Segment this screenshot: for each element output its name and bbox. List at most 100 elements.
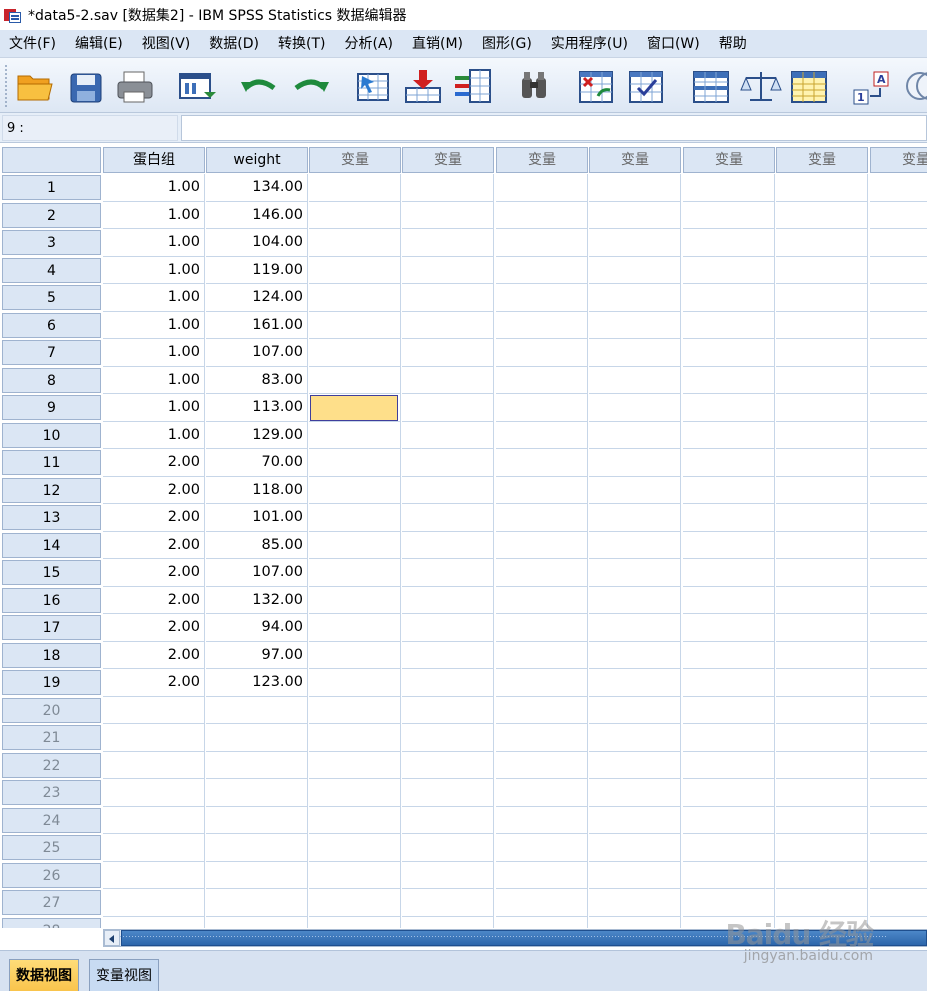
save-icon[interactable] (66, 66, 108, 106)
grid-cell[interactable] (683, 366, 775, 394)
grid-cell[interactable] (870, 312, 927, 339)
grid-cell[interactable] (309, 889, 401, 917)
grid-cell[interactable] (206, 861, 308, 889)
grid-cell[interactable]: 2.00 (103, 641, 205, 669)
grid-cell[interactable] (103, 696, 205, 724)
grid-cell[interactable]: 161.00 (206, 311, 308, 339)
grid-cell[interactable] (206, 696, 308, 724)
grid-cell[interactable] (870, 779, 927, 807)
grid-cell[interactable] (496, 284, 588, 312)
grid-cell[interactable] (496, 751, 588, 779)
grid-cell[interactable] (402, 531, 494, 559)
row-header[interactable]: 16 (2, 587, 101, 613)
row-header[interactable]: 14 (2, 532, 101, 558)
grid-cell[interactable] (496, 559, 588, 587)
grid-cell[interactable] (206, 751, 308, 779)
grid-cell[interactable]: 146.00 (206, 201, 308, 229)
column-header[interactable]: 变量 (776, 147, 868, 173)
grid-cell[interactable] (683, 229, 775, 257)
grid-cell[interactable] (776, 696, 868, 724)
grid-cell[interactable] (870, 807, 927, 834)
grid-cell[interactable] (683, 504, 775, 532)
row-header[interactable]: 9 (2, 395, 101, 420)
grid-cell[interactable] (589, 751, 681, 779)
grid-cell[interactable] (402, 779, 494, 807)
grid-cell[interactable] (589, 284, 681, 312)
grid-cell[interactable] (589, 724, 681, 752)
grid-cell[interactable] (776, 256, 868, 284)
row-header[interactable]: 10 (2, 422, 101, 448)
row-header[interactable]: 1 (2, 175, 101, 200)
grid-cell[interactable] (870, 587, 927, 614)
grid-cell[interactable] (309, 724, 401, 752)
grid-cell[interactable]: 2.00 (103, 449, 205, 477)
grid-cell[interactable] (683, 311, 775, 339)
row-header[interactable]: 22 (2, 752, 101, 778)
grid-cell[interactable] (496, 861, 588, 889)
grid-cell[interactable] (496, 916, 588, 928)
grid-cell[interactable] (402, 696, 494, 724)
row-header[interactable]: 5 (2, 285, 101, 310)
grid-cell[interactable]: 1.00 (103, 366, 205, 394)
insert-cases-icon[interactable] (576, 66, 618, 106)
split-file-icon[interactable] (690, 66, 732, 106)
select-cases-icon[interactable] (788, 66, 830, 106)
grid-cell[interactable] (309, 834, 401, 862)
grid-cell[interactable] (776, 421, 868, 449)
grid-cell[interactable] (309, 751, 401, 779)
grid-cell[interactable] (309, 284, 401, 312)
grid-cell[interactable] (776, 366, 868, 394)
grid-cell[interactable] (870, 532, 927, 559)
row-header[interactable]: 21 (2, 725, 101, 750)
menu-direct-marketing[interactable]: 直销(M) (403, 30, 473, 58)
grid-cell[interactable]: 2.00 (103, 559, 205, 587)
weight-cases-icon[interactable] (740, 66, 782, 106)
grid-cell[interactable] (309, 641, 401, 669)
grid-cell[interactable] (589, 449, 681, 477)
grid-cell[interactable] (309, 201, 401, 229)
grid-cell[interactable] (589, 889, 681, 917)
grid-cell[interactable] (589, 504, 681, 532)
grid-cell[interactable] (683, 779, 775, 807)
grid-cell[interactable] (776, 641, 868, 669)
grid-cell[interactable] (103, 861, 205, 889)
grid-cell[interactable] (870, 862, 927, 889)
grid-cell[interactable] (589, 174, 681, 202)
insert-variable-icon[interactable] (626, 66, 668, 106)
row-header[interactable]: 2 (2, 202, 101, 228)
grid-cell[interactable] (589, 641, 681, 669)
grid-cell[interactable] (589, 339, 681, 367)
menu-help[interactable]: 帮助 (710, 30, 757, 58)
grid-cell[interactable] (402, 311, 494, 339)
grid-cell[interactable] (683, 421, 775, 449)
grid-cell[interactable] (496, 174, 588, 202)
grid-cell[interactable] (496, 394, 588, 422)
use-sets-icon[interactable] (900, 66, 927, 106)
column-header[interactable]: 变量 (402, 147, 494, 173)
grid-cell[interactable] (589, 229, 681, 257)
row-header[interactable]: 13 (2, 505, 101, 530)
grid-cell[interactable]: 113.00 (206, 394, 308, 422)
grid-cell[interactable] (870, 642, 927, 669)
grid-cell[interactable] (589, 394, 681, 422)
grid-cell[interactable] (589, 834, 681, 862)
grid-cell[interactable]: 1.00 (103, 421, 205, 449)
grid-cell[interactable] (496, 641, 588, 669)
grid-cell[interactable] (402, 394, 494, 422)
menu-window[interactable]: 窗口(W) (638, 30, 710, 58)
row-header[interactable]: 19 (2, 670, 101, 695)
grid-cell[interactable]: 104.00 (206, 229, 308, 257)
grid-cell[interactable] (309, 311, 401, 339)
grid-cell[interactable] (589, 559, 681, 587)
grid-cell[interactable] (309, 476, 401, 504)
tab-variable-view[interactable]: 变量视图 (89, 959, 159, 991)
grid-cell[interactable]: 70.00 (206, 449, 308, 477)
grid-corner[interactable] (2, 147, 101, 173)
menu-file[interactable]: 文件(F) (0, 30, 66, 58)
grid-cell[interactable] (683, 861, 775, 889)
grid-cell[interactable] (402, 751, 494, 779)
grid-cell[interactable] (309, 449, 401, 477)
grid-cell[interactable] (776, 201, 868, 229)
data-grid[interactable]: 蛋白组 weight 变量 变量 变量 变量 变量 变量 变量 1 1.00 134.00 2 1.00 1… (0, 145, 927, 928)
column-header[interactable]: 蛋白组 (103, 147, 205, 173)
